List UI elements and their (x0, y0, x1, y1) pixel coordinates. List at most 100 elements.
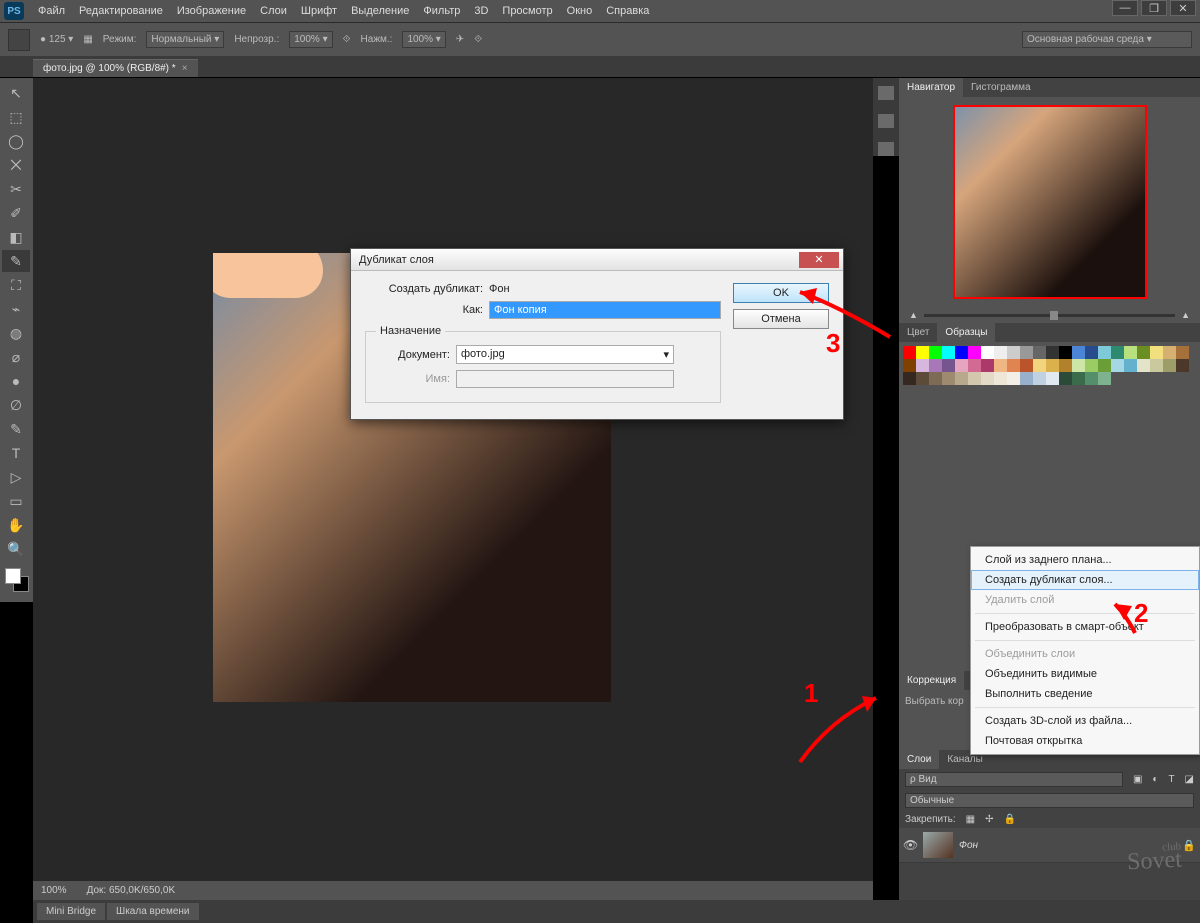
marquee-tool[interactable]: ⬚ (2, 106, 30, 128)
cancel-button[interactable]: Отмена (733, 309, 829, 329)
duplicate-as-input[interactable] (489, 301, 721, 319)
tab-swatches[interactable]: Образцы (937, 323, 995, 342)
swatches-grid[interactable] (899, 342, 1200, 432)
swatch[interactable] (916, 346, 929, 359)
stamp-tool[interactable]: ⛶ (2, 274, 30, 296)
tab-histogram[interactable]: Гистограмма (963, 78, 1039, 97)
dialog-close-button[interactable]: ✕ (799, 252, 839, 268)
gradient-tool[interactable]: ⌀ (2, 346, 30, 368)
swatch[interactable] (942, 346, 955, 359)
swatch[interactable] (968, 346, 981, 359)
tool-preset-icon[interactable] (8, 29, 30, 51)
blur-tool[interactable]: ● (2, 370, 30, 392)
color-swatch-control[interactable] (2, 568, 31, 598)
menu-image[interactable]: Изображение (177, 5, 246, 17)
lasso-tool[interactable]: ◯ (2, 130, 30, 152)
blend-mode-dropdown[interactable]: Нормальный ▾ (146, 31, 224, 48)
swatch[interactable] (1163, 359, 1176, 372)
hand-tool[interactable]: ✋ (2, 514, 30, 536)
swatch[interactable] (1150, 359, 1163, 372)
eyedropper-tool[interactable]: ✐ (2, 202, 30, 224)
swatch[interactable] (968, 372, 981, 385)
context-menu-item[interactable]: Преобразовать в смарт-объект (971, 617, 1199, 637)
tab-mini-bridge[interactable]: Mini Bridge (37, 903, 105, 920)
swatch[interactable] (1176, 346, 1189, 359)
swatch[interactable] (1007, 372, 1020, 385)
zoom-out-icon[interactable]: ▲ (909, 310, 918, 320)
swatch[interactable] (968, 359, 981, 372)
swatch[interactable] (1085, 359, 1098, 372)
menu-filter[interactable]: Фильтр (423, 5, 460, 17)
tab-navigator[interactable]: Навигатор (899, 78, 963, 97)
brush-panel-toggle-icon[interactable]: ▦ (83, 34, 92, 45)
pen-tool[interactable]: ✎ (2, 418, 30, 440)
collapsed-panel-icon[interactable] (878, 142, 894, 156)
swatch[interactable] (1020, 372, 1033, 385)
swatch[interactable] (903, 372, 916, 385)
zoom-readout[interactable]: 100% (41, 885, 67, 896)
menu-help[interactable]: Справка (606, 5, 649, 17)
menu-select[interactable]: Выделение (351, 5, 409, 17)
window-close-button[interactable]: ✕ (1170, 0, 1196, 16)
move-tool[interactable]: ↖ (2, 82, 30, 104)
swatch[interactable] (1124, 346, 1137, 359)
swatch[interactable] (981, 346, 994, 359)
swatch[interactable] (903, 359, 916, 372)
dialog-titlebar[interactable]: Дубликат слоя ✕ (351, 249, 843, 271)
swatch[interactable] (1085, 372, 1098, 385)
shape-tool[interactable]: ▭ (2, 490, 30, 512)
menu-view[interactable]: Просмотр (502, 5, 552, 17)
swatch[interactable] (1163, 346, 1176, 359)
workspace-dropdown[interactable]: Основная рабочая среда ▾ (1022, 31, 1192, 48)
swatch[interactable] (994, 372, 1007, 385)
swatch[interactable] (916, 372, 929, 385)
magic-wand-tool[interactable]: ⨉ (2, 154, 30, 176)
blend-mode-combo[interactable]: Обычные (905, 793, 1194, 808)
zoom-tool[interactable]: 🔍 (2, 538, 30, 560)
context-menu-item[interactable]: Объединить видимые (971, 664, 1199, 684)
zoom-in-icon[interactable]: ▲ (1181, 310, 1190, 320)
swatch[interactable] (929, 372, 942, 385)
swatch[interactable] (981, 372, 994, 385)
swatch[interactable] (916, 359, 929, 372)
canvas-area[interactable] (33, 78, 873, 881)
path-selection-tool[interactable]: ▷ (2, 466, 30, 488)
tablet-pressure-icon[interactable]: ⟐ (474, 34, 482, 45)
swatch[interactable] (1007, 346, 1020, 359)
swatch[interactable] (994, 359, 1007, 372)
swatch[interactable] (955, 359, 968, 372)
menu-file[interactable]: Файл (38, 5, 65, 17)
swatch[interactable] (1176, 359, 1189, 372)
lock-all-icon[interactable]: 🔒 (1004, 814, 1016, 825)
swatch[interactable] (929, 359, 942, 372)
context-menu-item[interactable]: Создать 3D-слой из файла... (971, 711, 1199, 731)
swatch[interactable] (981, 359, 994, 372)
swatch[interactable] (1007, 359, 1020, 372)
swatch[interactable] (1111, 359, 1124, 372)
collapsed-panel-icon[interactable] (878, 86, 894, 100)
navigator-zoom-slider[interactable]: ▲ ▲ (899, 307, 1200, 323)
swatch[interactable] (903, 346, 916, 359)
foreground-color-icon[interactable] (5, 568, 21, 584)
context-menu-item[interactable]: Почтовая открытка (971, 731, 1199, 751)
visibility-icon[interactable]: 👁 (903, 838, 917, 852)
swatch[interactable] (1059, 346, 1072, 359)
swatch[interactable] (1137, 346, 1150, 359)
close-tab-icon[interactable]: × (182, 63, 188, 74)
swatch[interactable] (1098, 359, 1111, 372)
context-menu-item[interactable]: Создать дубликат слоя... (971, 570, 1199, 590)
swatch[interactable] (1033, 346, 1046, 359)
layer-filter-combo[interactable]: ρ Вид (905, 772, 1123, 787)
tab-layers[interactable]: Слои (899, 750, 939, 769)
brush-tool[interactable]: ✎ (2, 250, 30, 272)
opacity-dropdown[interactable]: 100% ▾ (289, 31, 332, 48)
dodge-tool[interactable]: ∅ (2, 394, 30, 416)
type-tool[interactable]: T (2, 442, 30, 464)
tab-timeline[interactable]: Шкала времени (107, 903, 198, 920)
ok-button[interactable]: OK (733, 283, 829, 303)
document-tab[interactable]: фото.jpg @ 100% (RGB/8#) * × (33, 59, 198, 77)
swatch[interactable] (1085, 346, 1098, 359)
menu-3d[interactable]: 3D (474, 5, 488, 17)
window-minimize-button[interactable]: — (1112, 0, 1138, 16)
opacity-pressure-icon[interactable]: ⟐ (343, 34, 351, 45)
